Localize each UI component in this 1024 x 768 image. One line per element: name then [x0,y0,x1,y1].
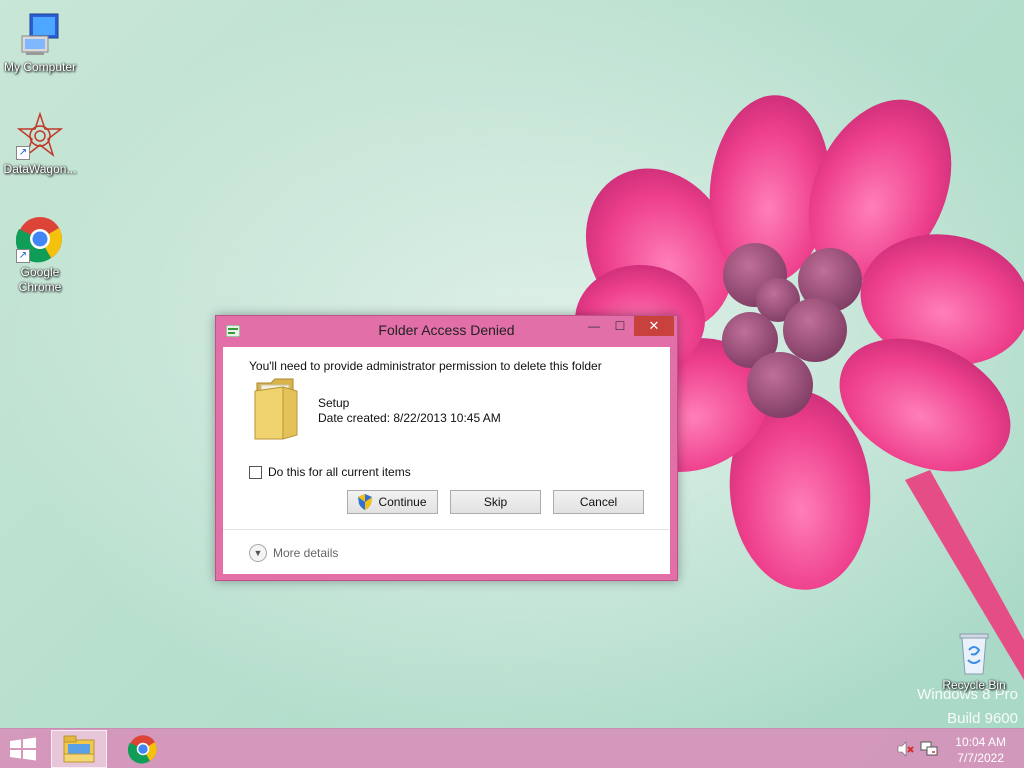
apply-to-all-option[interactable]: Do this for all current items [249,465,411,479]
desktop-icon-recycle-bin[interactable]: Recycle Bin [934,630,1014,693]
close-button[interactable]: ✕ [634,316,674,336]
chrome-icon [128,735,157,764]
recycle-bin-icon [954,630,994,676]
desktop-icon-label: Recycle Bin [942,678,1006,692]
skip-button[interactable]: Skip [450,490,541,514]
desktop-icon-label: My Computer [3,60,77,74]
taskbar-google-chrome[interactable] [115,730,171,768]
more-details-toggle[interactable]: ▼ More details [249,544,338,562]
shortcut-arrow-icon: ↗ [16,146,30,160]
system-clock[interactable]: 10:04 AM 7/7/2022 [955,734,1006,766]
windows-watermark-build: Build 9600 [947,710,1018,727]
continue-label: Continue [378,495,427,509]
apply-to-all-checkbox[interactable] [249,465,262,479]
dialog-message: You'll need to provide administrator per… [249,359,602,373]
folder-date-created: Date created: 8/22/2013 10:45 AM [318,411,501,425]
apply-to-all-label[interactable]: Do this for all current items [268,465,411,479]
clock-date: 7/7/2022 [957,751,1004,765]
windows-logo-icon [10,737,36,761]
folder-name: Setup [318,396,350,410]
computer-icon [16,10,64,58]
desktop-icon-my-computer[interactable]: My Computer [0,10,80,75]
network-icon[interactable] [920,729,938,768]
dialog-titlebar[interactable]: Folder Access Denied — ☐ ✕ [216,316,677,346]
maximize-button[interactable]: ☐ [607,316,633,336]
file-explorer-icon [63,735,95,763]
desktop-icon-label: DataWagon... [3,162,77,176]
desktop-icon-label: Google Chrome [18,265,62,294]
more-details-label[interactable]: More details [273,546,338,560]
minimize-button[interactable]: — [581,316,607,336]
desktop-icon-datawagon[interactable]: ↗ DataWagon... [0,111,80,177]
cancel-button[interactable]: Cancel [553,490,644,514]
folder-access-denied-dialog: Folder Access Denied — ☐ ✕ You'll need t… [215,315,678,581]
taskbar: 10:04 AM 7/7/2022 [0,728,1024,768]
chevron-down-icon[interactable]: ▼ [249,544,267,562]
continue-button[interactable]: Continue [347,490,438,514]
folder-icon [253,377,301,441]
dialog-content: You'll need to provide administrator per… [223,347,670,574]
datawagon-icon: ↗ [16,111,64,160]
shortcut-arrow-icon: ↗ [16,249,30,263]
volume-muted-icon[interactable] [896,729,914,768]
taskbar-file-explorer[interactable] [51,730,107,768]
dialog-separator [223,529,670,530]
desktop-icon-google-chrome[interactable]: ↗ Google Chrome [0,215,80,295]
clock-time: 10:04 AM [955,735,1006,749]
chrome-icon: ↗ [15,215,64,263]
uac-shield-icon [358,494,373,510]
start-button[interactable] [8,737,38,761]
